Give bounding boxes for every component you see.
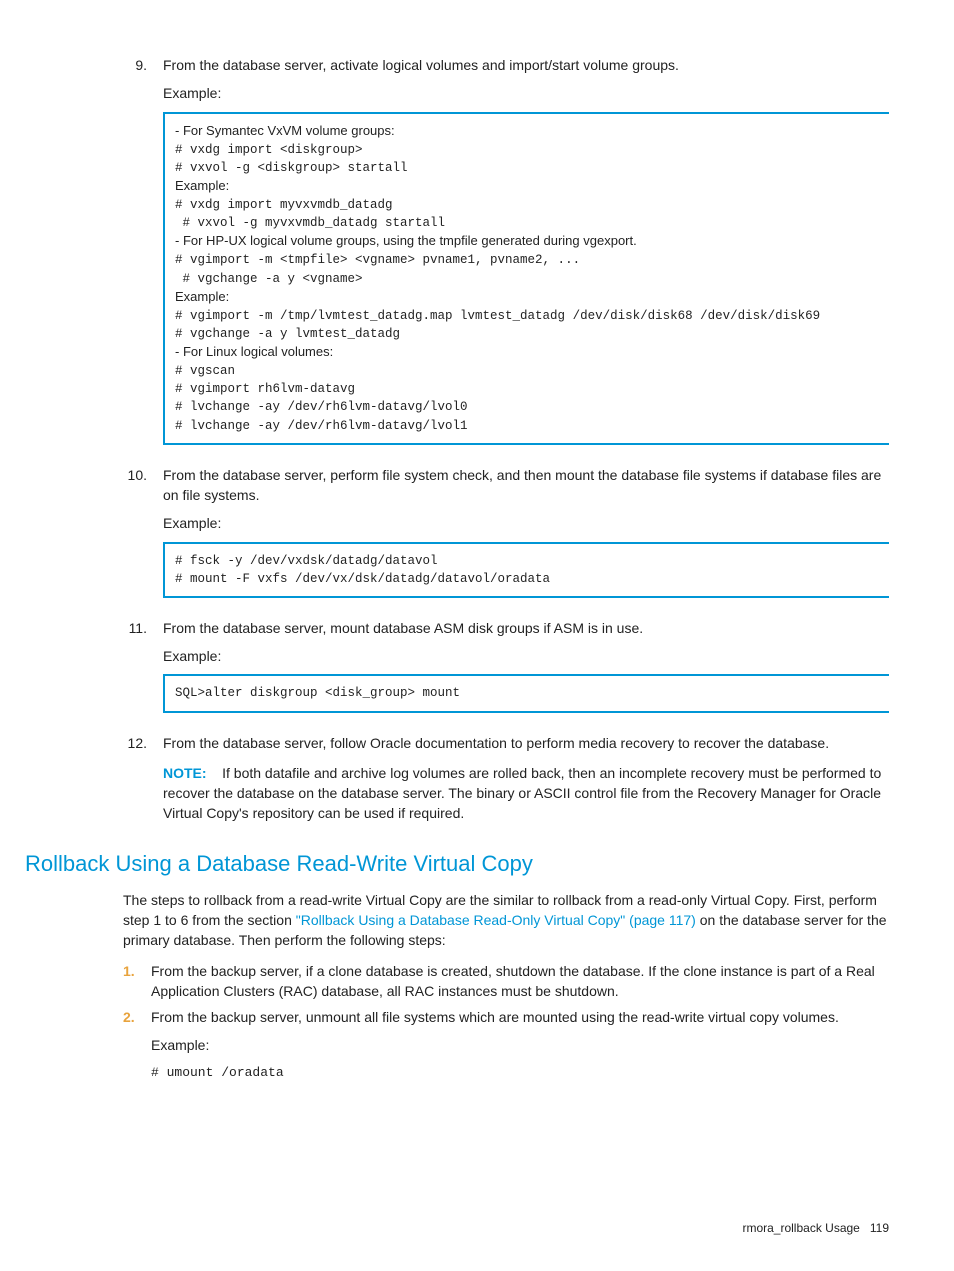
code-line: # lvchange -ay /dev/rh6lvm-datavg/lvol0 bbox=[175, 400, 468, 414]
step-11: 11. From the database server, mount data… bbox=[123, 618, 889, 727]
code-line: # vgchange -a y <vgname> bbox=[175, 272, 363, 286]
code-line: # vgimport -m <tmpfile> <vgname> pvname1… bbox=[175, 253, 580, 267]
step-body: From the database server, activate logic… bbox=[163, 55, 889, 459]
example-label: Example: bbox=[163, 83, 889, 103]
step-text: From the database server, activate logic… bbox=[163, 55, 889, 75]
step-text: From the database server, perform file s… bbox=[163, 465, 889, 506]
step-12: 12. From the database server, follow Ora… bbox=[123, 733, 889, 824]
note-label: NOTE: bbox=[163, 765, 207, 781]
ordered-list-secondary: 1. From the backup server, if a clone da… bbox=[123, 961, 889, 1083]
page-footer: rmora_rollback Usage 119 bbox=[742, 1220, 889, 1237]
main-content: 9. From the database server, activate lo… bbox=[123, 55, 889, 824]
code-line: # vxvol -g myvxvmdb_datadg startall bbox=[175, 216, 445, 230]
step-body: From the database server, follow Oracle … bbox=[163, 733, 889, 824]
note-block: NOTE: If both datafile and archive log v… bbox=[163, 763, 889, 824]
code-block: SQL>alter diskgroup <disk_group> mount bbox=[163, 674, 889, 712]
code-line: - For Linux logical volumes: bbox=[175, 344, 333, 359]
code-line: # vgchange -a y lvmtest_datadg bbox=[175, 327, 400, 341]
example-label: Example: bbox=[151, 1035, 889, 1055]
cross-reference-link[interactable]: "Rollback Using a Database Read-Only Vir… bbox=[296, 912, 696, 928]
step-number: 10. bbox=[123, 465, 163, 612]
code-line: # vgscan bbox=[175, 364, 235, 378]
note-text: If both datafile and archive log volumes… bbox=[163, 765, 881, 822]
code-block: # fsck -y /dev/vxdsk/datadg/datavol # mo… bbox=[163, 542, 889, 598]
step-body: From the database server, perform file s… bbox=[163, 465, 889, 612]
page-number: 119 bbox=[870, 1221, 889, 1235]
step-number: 9. bbox=[123, 55, 163, 459]
substep-2: 2. From the backup server, unmount all f… bbox=[123, 1007, 889, 1082]
code-line: # vgimport -m /tmp/lvmtest_datadg.map lv… bbox=[175, 309, 820, 323]
code-line: # vgimport rh6lvm-datavg bbox=[175, 382, 355, 396]
code-line: Example: bbox=[175, 289, 229, 304]
substep-body: From the backup server, if a clone datab… bbox=[151, 961, 889, 1002]
step-10: 10. From the database server, perform fi… bbox=[123, 465, 889, 612]
step-text: From the database server, mount database… bbox=[163, 618, 889, 638]
code-line: - For HP-UX logical volume groups, using… bbox=[175, 233, 637, 248]
substep-body: From the backup server, unmount all file… bbox=[151, 1007, 889, 1082]
example-label: Example: bbox=[163, 513, 889, 533]
footer-text: rmora_rollback Usage bbox=[742, 1221, 859, 1235]
step-number: 12. bbox=[123, 733, 163, 824]
ordered-list-primary: 9. From the database server, activate lo… bbox=[123, 55, 889, 824]
inline-code: # umount /oradata bbox=[151, 1064, 889, 1083]
step-body: From the database server, mount database… bbox=[163, 618, 889, 727]
section-heading: Rollback Using a Database Read-Write Vir… bbox=[25, 848, 889, 880]
step-number: 11. bbox=[123, 618, 163, 727]
example-label: Example: bbox=[163, 646, 889, 666]
code-line: # vxvol -g <diskgroup> startall bbox=[175, 161, 408, 175]
step-text: From the database server, follow Oracle … bbox=[163, 733, 889, 753]
code-line: - For Symantec VxVM volume groups: bbox=[175, 123, 395, 138]
code-line: # vxdg import myvxvmdb_datadg bbox=[175, 198, 393, 212]
substep-1: 1. From the backup server, if a clone da… bbox=[123, 961, 889, 1002]
code-line: Example: bbox=[175, 178, 229, 193]
substep-text: From the backup server, unmount all file… bbox=[151, 1007, 889, 1027]
code-block: - For Symantec VxVM volume groups: # vxd… bbox=[163, 112, 889, 445]
code-line: # vxdg import <diskgroup> bbox=[175, 143, 363, 157]
section-intro: The steps to rollback from a read-write … bbox=[123, 890, 889, 951]
substep-number: 1. bbox=[123, 961, 151, 1002]
substep-number: 2. bbox=[123, 1007, 151, 1082]
code-line: # lvchange -ay /dev/rh6lvm-datavg/lvol1 bbox=[175, 419, 468, 433]
step-9: 9. From the database server, activate lo… bbox=[123, 55, 889, 459]
